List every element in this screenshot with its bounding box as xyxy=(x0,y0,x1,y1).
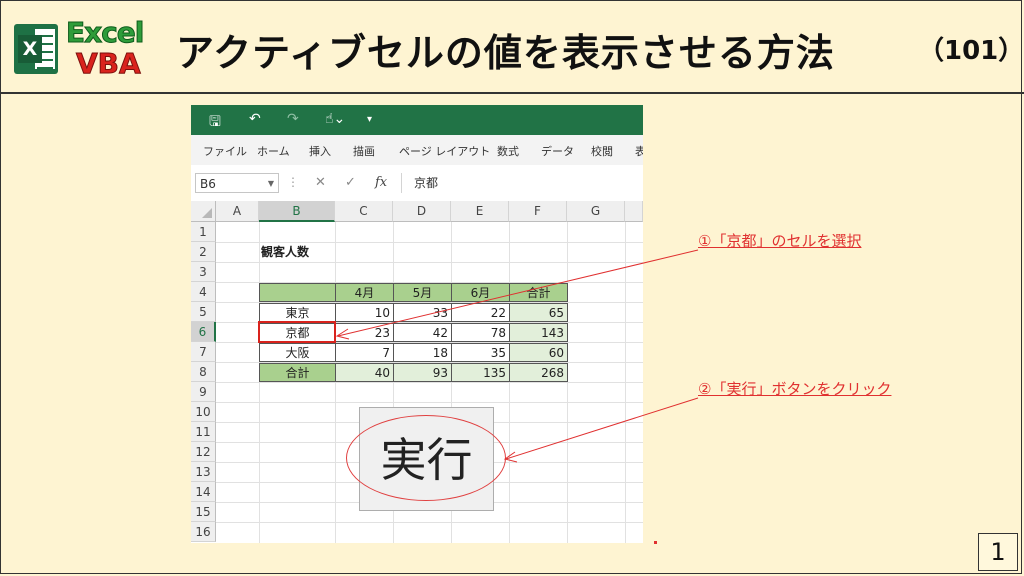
row-header-12[interactable]: 12 xyxy=(191,442,216,462)
table-cell[interactable]: 60 xyxy=(509,343,568,362)
row-header-4[interactable]: 4 xyxy=(191,282,216,302)
column-header-f[interactable]: F xyxy=(509,201,567,222)
tab-insert[interactable]: 挿入 xyxy=(309,143,331,159)
row-header-11[interactable]: 11 xyxy=(191,422,216,442)
fx-icon[interactable]: fx xyxy=(375,175,387,190)
table-cell[interactable]: 22 xyxy=(451,303,510,322)
cell-b2-sheet-title[interactable]: 観客人数 xyxy=(261,243,335,262)
cancel-icon[interactable]: ✕ xyxy=(315,175,326,190)
formula-bar: B6 ▼ ⋮ ✕ ✓ fx 京都 xyxy=(191,165,643,202)
table-cell[interactable]: 18 xyxy=(393,343,452,362)
row-header-1[interactable]: 1 xyxy=(191,222,216,242)
tab-formulas[interactable]: 数式 xyxy=(497,143,519,159)
row-header-14[interactable]: 14 xyxy=(191,482,216,502)
table-cell[interactable]: 143 xyxy=(509,323,568,342)
annotation-step-1: ①「京都」のセルを選択 xyxy=(698,232,862,250)
row-header-13[interactable]: 13 xyxy=(191,462,216,482)
red-dot xyxy=(654,541,657,544)
row-header-9[interactable]: 9 xyxy=(191,382,216,402)
table-header-april[interactable]: 4月 xyxy=(335,283,394,302)
table-cell[interactable]: 78 xyxy=(451,323,510,342)
run-button-highlight-oval xyxy=(346,415,506,501)
tab-draw[interactable]: 描画 xyxy=(353,143,375,159)
row-header-5[interactable]: 5 xyxy=(191,302,216,322)
row-header-15[interactable]: 15 xyxy=(191,502,216,522)
row-header-7[interactable]: 7 xyxy=(191,342,216,362)
table-cell[interactable]: 33 xyxy=(393,303,452,322)
undo-icon[interactable]: ↶ xyxy=(249,111,261,127)
row-header-3[interactable]: 3 xyxy=(191,262,216,282)
table-cell[interactable]: 23 xyxy=(335,323,394,342)
column-header-h[interactable] xyxy=(625,201,643,222)
table-cell[interactable]: 35 xyxy=(451,343,510,362)
active-cell-highlight xyxy=(258,321,336,343)
tab-home[interactable]: ホーム xyxy=(257,143,290,159)
table-header-june[interactable]: 6月 xyxy=(451,283,510,302)
touch-mode-icon[interactable]: ☝⌄ xyxy=(325,111,345,127)
row-header-8[interactable]: 8 xyxy=(191,362,216,382)
table-header-total[interactable]: 合計 xyxy=(509,283,568,302)
enter-icon[interactable]: ✓ xyxy=(345,175,356,190)
select-all-button[interactable] xyxy=(191,201,216,222)
slide-header: X Excel VBA アクティブセルの値を表示させる方法 （101） xyxy=(0,0,1024,94)
table-cell[interactable]: 10 xyxy=(335,303,394,322)
excel-icon-letter: X xyxy=(18,35,42,63)
row-header-2[interactable]: 2 xyxy=(191,242,216,262)
table-cell[interactable]: 東京 xyxy=(259,303,336,322)
chevron-down-icon: ▼ xyxy=(267,179,274,188)
column-header-a[interactable]: A xyxy=(216,201,259,222)
more-icon: ⋮ xyxy=(287,175,299,189)
formula-input[interactable]: 京都 xyxy=(401,173,643,193)
table-header-may[interactable]: 5月 xyxy=(393,283,452,302)
table-cell[interactable]: 268 xyxy=(509,363,568,382)
excel-vba-logo: X Excel VBA xyxy=(14,16,145,80)
table-cell-total-label[interactable]: 合計 xyxy=(259,363,336,382)
name-box-value: B6 xyxy=(200,177,216,191)
quick-access-toolbar: 🖫 ↶ ↷ ☝⌄ ▾ xyxy=(191,105,643,135)
page-number: 1 xyxy=(978,533,1018,571)
table-cell[interactable]: 42 xyxy=(393,323,452,342)
row-header-16[interactable]: 16 xyxy=(191,522,216,542)
table-cell[interactable]: 大阪 xyxy=(259,343,336,362)
page-title: アクティブセルの値を表示させる方法 xyxy=(176,31,835,75)
table-cell[interactable]: 40 xyxy=(335,363,394,382)
column-header-e[interactable]: E xyxy=(451,201,509,222)
episode-number: （101） xyxy=(918,36,1024,66)
logo-text-excel: Excel xyxy=(65,16,144,49)
table-header-blank[interactable] xyxy=(259,283,336,302)
redo-icon[interactable]: ↷ xyxy=(287,111,299,127)
annotation-step-2: ②「実行」ボタンをクリック xyxy=(698,380,892,398)
table-cell[interactable]: 135 xyxy=(451,363,510,382)
row-header-10[interactable]: 10 xyxy=(191,402,216,422)
tab-page-layout[interactable]: ページ レイアウト xyxy=(399,143,490,159)
table-cell[interactable]: 65 xyxy=(509,303,568,322)
column-header-d[interactable]: D xyxy=(393,201,451,222)
column-header-g[interactable]: G xyxy=(567,201,625,222)
excel-icon: X xyxy=(14,24,58,74)
logo-text-vba: VBA xyxy=(76,47,142,80)
column-header-c[interactable]: C xyxy=(335,201,393,222)
table-cell[interactable]: 93 xyxy=(393,363,452,382)
tab-data[interactable]: データ xyxy=(541,143,574,159)
tab-review[interactable]: 校閲 xyxy=(591,143,613,159)
name-box[interactable]: B6 ▼ xyxy=(195,173,279,193)
column-header-b[interactable]: B xyxy=(259,201,335,222)
row-header-6[interactable]: 6 xyxy=(191,322,216,342)
ribbon-tabs: ファイル ホーム 挿入 描画 ページ レイアウト 数式 データ 校閲 表 xyxy=(191,135,643,166)
tab-view[interactable]: 表 xyxy=(635,143,643,159)
customize-icon[interactable]: ▾ xyxy=(367,114,372,125)
save-icon[interactable]: 🖫 xyxy=(209,111,221,135)
tab-file[interactable]: ファイル xyxy=(203,143,247,159)
table-cell[interactable]: 7 xyxy=(335,343,394,362)
